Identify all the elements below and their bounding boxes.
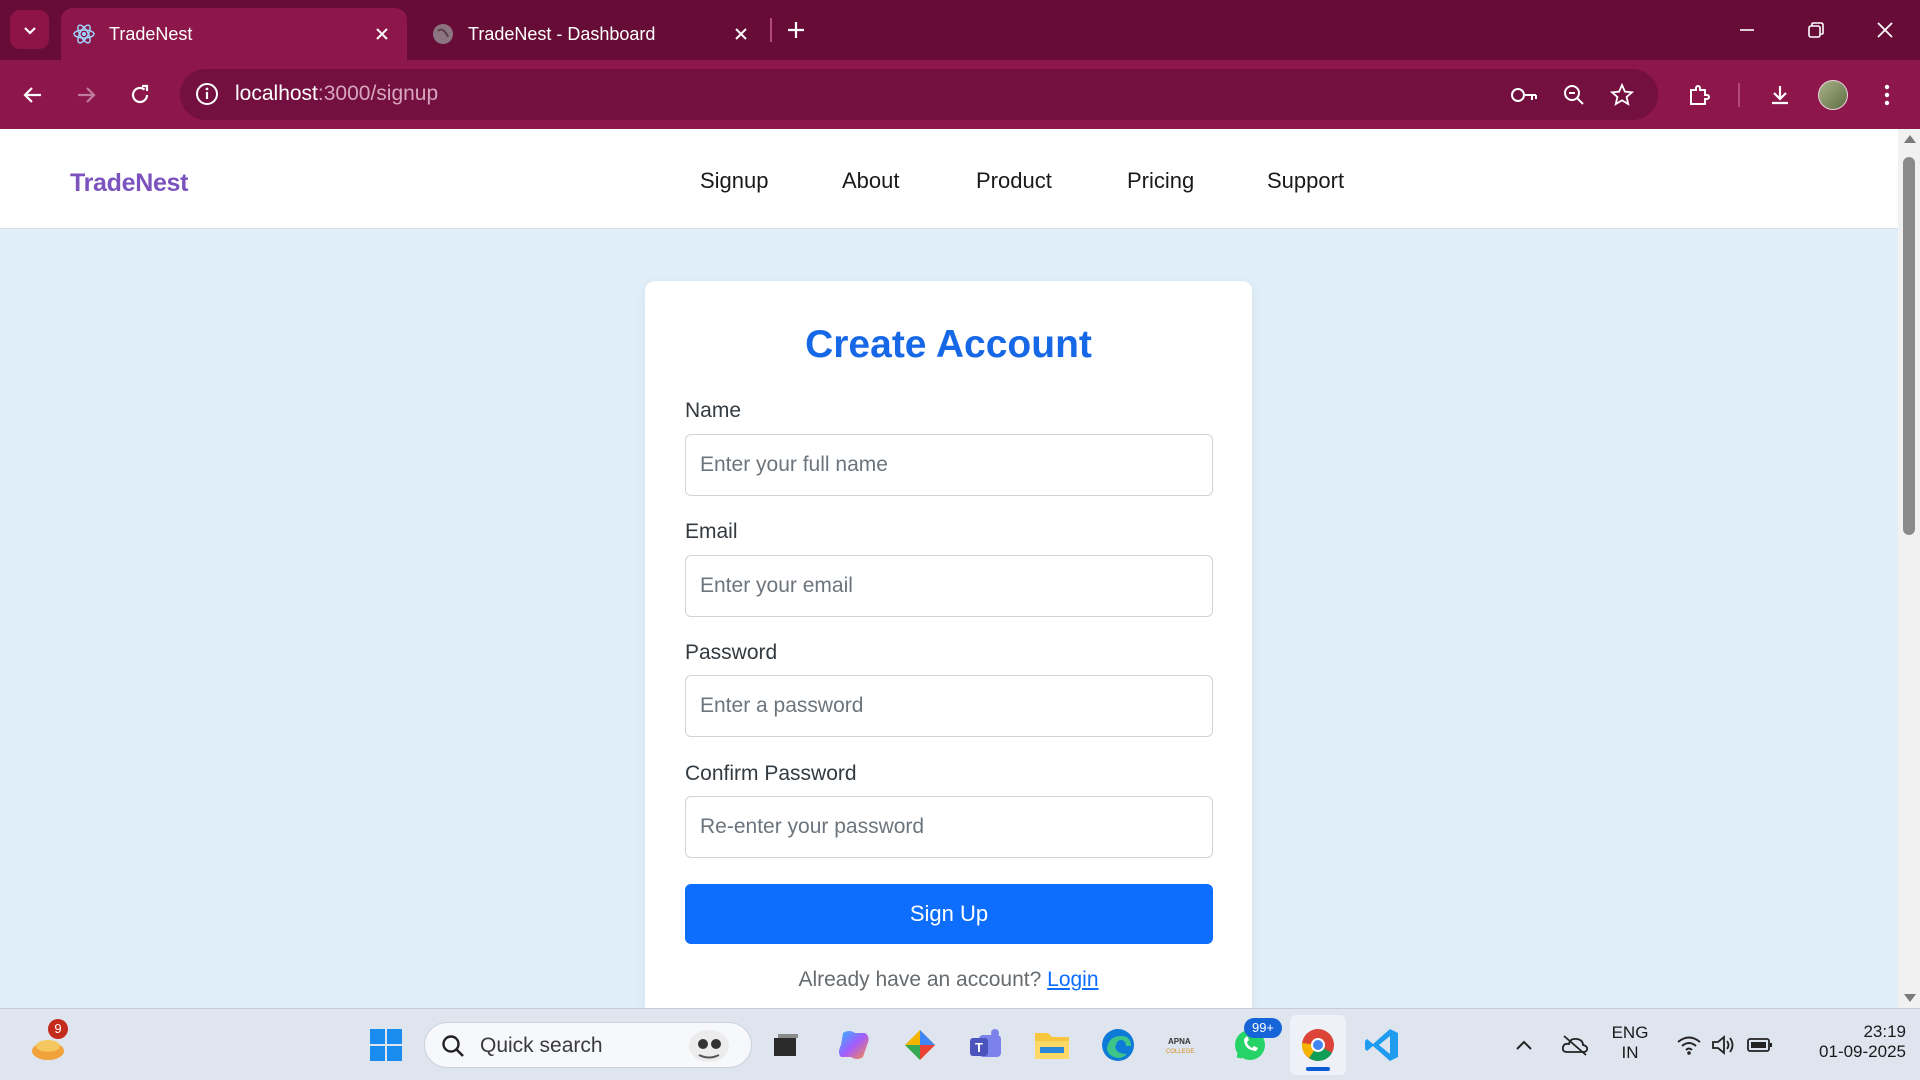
nav-link-product[interactable]: Product bbox=[976, 168, 1052, 194]
site-navbar: TradeNest Signup About Product Pricing S… bbox=[0, 129, 1898, 229]
nav-link-signup[interactable]: Signup bbox=[700, 168, 769, 194]
back-button[interactable] bbox=[15, 77, 51, 113]
more-vertical-icon bbox=[1884, 84, 1890, 106]
nav-link-pricing[interactable]: Pricing bbox=[1127, 168, 1194, 194]
browser-toolbar: localhost:3000/signup bbox=[0, 60, 1920, 129]
arrow-right-icon bbox=[78, 87, 96, 103]
scroll-up-arrow-icon[interactable] bbox=[1904, 135, 1916, 143]
downloads-button[interactable] bbox=[1763, 78, 1797, 112]
tab-tradenest[interactable]: TradeNest bbox=[61, 8, 407, 60]
plus-icon bbox=[788, 22, 804, 38]
menu-button[interactable] bbox=[1870, 78, 1904, 112]
close-icon bbox=[1877, 22, 1893, 38]
password-key-icon[interactable] bbox=[1510, 81, 1538, 109]
chevron-down-icon bbox=[23, 26, 36, 35]
start-windows-icon[interactable] bbox=[364, 1023, 408, 1067]
password-input[interactable] bbox=[685, 675, 1213, 737]
battery-icon[interactable] bbox=[1738, 1023, 1782, 1067]
whatsapp-badge: 99+ bbox=[1244, 1018, 1282, 1038]
site-info-icon[interactable] bbox=[194, 81, 220, 107]
close-tab-icon[interactable] bbox=[728, 21, 754, 47]
url-text[interactable]: localhost:3000/signup bbox=[235, 82, 438, 106]
svg-text:T: T bbox=[975, 1040, 983, 1055]
profile-avatar[interactable] bbox=[1818, 80, 1848, 110]
login-link[interactable]: Login bbox=[1047, 968, 1098, 991]
signup-card: Create Account Name Email Password Confi… bbox=[645, 281, 1252, 1021]
search-placeholder: Quick search bbox=[480, 1034, 603, 1057]
region-code: IN bbox=[1621, 1043, 1639, 1062]
react-icon bbox=[73, 23, 95, 45]
clock[interactable]: 23:19 01-09-2025 bbox=[1786, 1022, 1906, 1062]
close-tab-icon[interactable] bbox=[369, 21, 395, 47]
tab-divider bbox=[770, 18, 772, 42]
nav-link-about[interactable]: About bbox=[842, 168, 900, 194]
forward-button[interactable] bbox=[68, 77, 104, 113]
task-view-icon[interactable] bbox=[764, 1023, 808, 1067]
password-label: Password bbox=[685, 641, 778, 664]
extensions-button[interactable] bbox=[1682, 78, 1716, 112]
nav-link-support[interactable]: Support bbox=[1267, 168, 1344, 194]
restore-icon bbox=[1808, 22, 1824, 38]
clock-date: 01-09-2025 bbox=[1819, 1042, 1906, 1061]
scroll-down-arrow-icon[interactable] bbox=[1904, 994, 1916, 1002]
email-label: Email bbox=[685, 520, 738, 543]
confirm-password-label: Confirm Password bbox=[685, 762, 857, 785]
scroll-thumb[interactable] bbox=[1903, 157, 1915, 535]
search-icon bbox=[442, 1035, 464, 1057]
reload-button[interactable] bbox=[122, 77, 158, 113]
url-path: :3000/signup bbox=[317, 82, 439, 105]
reload-icon bbox=[131, 84, 149, 104]
email-input[interactable] bbox=[685, 555, 1213, 617]
puzzle-icon bbox=[1690, 85, 1710, 105]
name-input[interactable] bbox=[685, 434, 1213, 496]
url-host: localhost bbox=[235, 82, 318, 105]
svg-text:APNA: APNA bbox=[1168, 1037, 1191, 1046]
tab-strip: TradeNest TradeNest - Dashboard bbox=[0, 0, 1920, 60]
onedrive-offline-icon[interactable] bbox=[1553, 1023, 1597, 1067]
tab-title: TradeNest - Dashboard bbox=[468, 23, 656, 44]
language-indicator[interactable]: ENG IN bbox=[1604, 1023, 1656, 1063]
minimize-button[interactable] bbox=[1729, 12, 1765, 48]
sign-up-button[interactable]: Sign Up bbox=[685, 884, 1213, 944]
language-code: ENG bbox=[1611, 1023, 1649, 1042]
svg-text:COLLEGE: COLLEGE bbox=[1166, 1049, 1194, 1055]
toolbar-divider bbox=[1738, 83, 1740, 107]
windows-taskbar: 9 Quick search T APNA COLLEGE 99+ ENG IN… bbox=[0, 1008, 1920, 1080]
page-scrollbar[interactable] bbox=[1898, 129, 1920, 1008]
address-bar[interactable]: localhost:3000/signup bbox=[180, 69, 1658, 120]
tab-search-button[interactable] bbox=[10, 10, 49, 49]
vscode-icon[interactable] bbox=[1360, 1023, 1404, 1067]
edge-browser-icon[interactable] bbox=[1096, 1023, 1140, 1067]
login-prompt-text: Already have an account? bbox=[798, 968, 1042, 991]
new-tab-button[interactable] bbox=[780, 14, 812, 46]
brand-logo[interactable]: TradeNest bbox=[70, 169, 188, 198]
google-gemini-app-icon[interactable] bbox=[898, 1023, 942, 1067]
apna-college-icon[interactable]: APNA COLLEGE bbox=[1162, 1023, 1206, 1067]
arrow-left-icon bbox=[23, 87, 41, 103]
search-highlight-icon bbox=[689, 1030, 729, 1062]
tab-title: TradeNest bbox=[109, 23, 193, 44]
tab-dashboard[interactable]: TradeNest - Dashboard bbox=[420, 8, 766, 60]
close-window-button[interactable] bbox=[1867, 12, 1903, 48]
taskbar-search[interactable]: Quick search bbox=[424, 1022, 752, 1068]
file-explorer-icon[interactable] bbox=[1030, 1023, 1074, 1067]
globe-icon bbox=[432, 23, 454, 45]
login-prompt: Already have an account? Login bbox=[645, 968, 1252, 992]
teams-icon[interactable]: T bbox=[964, 1023, 1008, 1067]
name-label: Name bbox=[685, 399, 742, 422]
zoom-icon[interactable] bbox=[1560, 81, 1588, 109]
chrome-icon[interactable] bbox=[1296, 1023, 1340, 1067]
download-icon bbox=[1772, 86, 1788, 105]
restore-button[interactable] bbox=[1798, 12, 1834, 48]
widgets-badge: 9 bbox=[48, 1019, 68, 1039]
chrome-active-indicator bbox=[1306, 1067, 1330, 1071]
confirm-password-input[interactable] bbox=[685, 796, 1213, 858]
bookmark-star-icon[interactable] bbox=[1608, 81, 1636, 109]
copilot-icon[interactable] bbox=[832, 1023, 876, 1067]
show-hidden-icons-chevron-up-icon[interactable] bbox=[1502, 1023, 1546, 1067]
minimize-icon bbox=[1740, 29, 1754, 31]
form-title: Create Account bbox=[805, 323, 1092, 366]
clock-time: 23:19 bbox=[1863, 1022, 1906, 1041]
